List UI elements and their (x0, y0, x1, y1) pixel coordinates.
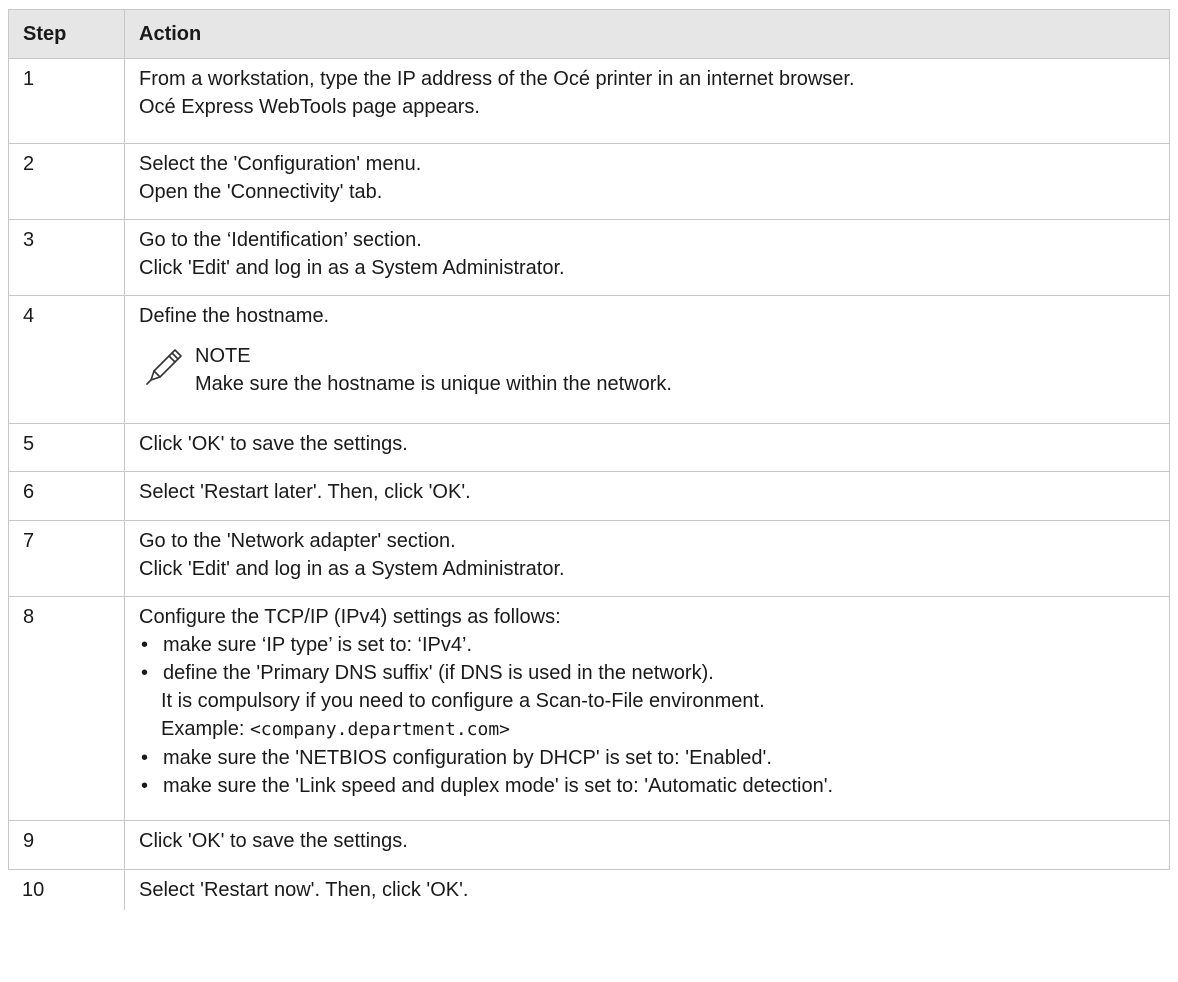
action-text: Select the 'Configuration' menu. (139, 153, 422, 175)
step-number: 8 (8, 597, 125, 820)
action-cell: Select 'Restart now'. Then, click 'OK'. (124, 870, 1170, 910)
step-number: 4 (8, 296, 125, 423)
step-number: 2 (8, 144, 125, 219)
action-text: Océ Express WebTools page appears. (139, 96, 480, 118)
list-item: • make sure ‘IP type’ is set to: ‘IPv4’. (139, 631, 1155, 659)
action-text: Define the hostname. (139, 305, 330, 327)
action-cell: Select 'Restart later'. Then, click 'OK'… (125, 472, 1170, 520)
step-number: 6 (8, 472, 125, 520)
bullet-marker: • (141, 634, 149, 656)
header-action: Action (125, 10, 1170, 58)
bullet-marker: • (141, 662, 149, 684)
table-row: 3 Go to the ‘Identification’ section. Cl… (8, 220, 1170, 296)
table-row: 7 Go to the 'Network adapter' section. C… (8, 521, 1170, 597)
step-number: 9 (8, 821, 125, 869)
steps-table: Step Action 1 From a workstation, type t… (8, 9, 1170, 910)
table-row: 2 Select the 'Configuration' menu. Open … (8, 144, 1170, 220)
table-row: 1 From a workstation, type the IP addres… (8, 59, 1170, 144)
note-box: NOTE Make sure the hostname is unique wi… (139, 342, 1155, 398)
action-cell: From a workstation, type the IP address … (125, 59, 1170, 143)
table-row: 8 Configure the TCP/IP (IPv4) settings a… (8, 597, 1170, 821)
action-text: From a workstation, type the IP address … (139, 68, 855, 90)
list-item: • define the 'Primary DNS suffix' (if DN… (139, 659, 1155, 687)
bullet-text: define the 'Primary DNS suffix' (if DNS … (163, 662, 714, 684)
action-text: Go to the ‘Identification’ section. (139, 229, 422, 251)
bullet-text: make sure the 'Link speed and duplex mod… (163, 775, 834, 797)
note-content: NOTE Make sure the hostname is unique wi… (195, 342, 672, 398)
bullet-text: make sure ‘IP type’ is set to: ‘IPv4’. (163, 634, 473, 656)
step-number: 10 (8, 870, 125, 910)
action-text: Configure the TCP/IP (IPv4) settings as … (139, 606, 561, 628)
action-cell: Configure the TCP/IP (IPv4) settings as … (125, 597, 1170, 820)
action-cell: Click 'OK' to save the settings. (125, 821, 1170, 869)
step-number: 5 (8, 424, 125, 471)
table-row: 4 Define the hostname. NOTE Make sure th… (8, 296, 1170, 424)
action-text: Click 'OK' to save the settings. (139, 830, 408, 852)
action-cell: Define the hostname. NOTE Make sure the … (125, 296, 1170, 423)
step-number: 7 (8, 521, 125, 596)
action-text: Select 'Restart later'. Then, click 'OK'… (139, 481, 471, 503)
table-row: 5 Click 'OK' to save the settings. (8, 424, 1170, 472)
step-number: 3 (8, 220, 125, 295)
action-text: Click 'Edit' and log in as a System Admi… (139, 257, 565, 279)
pencil-icon (146, 349, 182, 385)
table-row: 10 Select 'Restart now'. Then, click 'OK… (8, 870, 1170, 910)
action-text: Click 'Edit' and log in as a System Admi… (139, 558, 565, 580)
list-item: • make sure the 'Link speed and duplex m… (139, 772, 1155, 800)
note-title: NOTE (195, 345, 251, 367)
action-text: Select 'Restart now'. Then, click 'OK'. (139, 879, 469, 901)
action-text: Open the 'Connectivity' tab. (139, 181, 383, 203)
action-cell: Click 'OK' to save the settings. (125, 424, 1170, 471)
bullet-marker: • (141, 775, 149, 797)
list-item: • make sure the 'NETBIOS configuration b… (139, 744, 1155, 772)
action-text: Go to the 'Network adapter' section. (139, 530, 456, 552)
note-text: Make sure the hostname is unique within … (195, 373, 672, 395)
bullet-text: make sure the 'NETBIOS configuration by … (163, 747, 772, 769)
step-number: 1 (8, 59, 125, 143)
action-cell: Go to the ‘Identification’ section. Clic… (125, 220, 1170, 295)
table-row: 9 Click 'OK' to save the settings. (8, 821, 1170, 870)
example-line: Example: <company.department.com> (139, 715, 1155, 744)
header-step: Step (8, 10, 125, 58)
action-cell: Select the 'Configuration' menu. Open th… (125, 144, 1170, 219)
action-cell: Go to the 'Network adapter' section. Cli… (125, 521, 1170, 596)
action-text: Click 'OK' to save the settings. (139, 433, 408, 455)
example-code: <company.department.com> (249, 719, 511, 740)
bullet-marker: • (141, 747, 149, 769)
bullet-continuation: It is compulsory if you need to configur… (161, 690, 765, 712)
table-row: 6 Select 'Restart later'. Then, click 'O… (8, 472, 1170, 521)
example-label: Example: (161, 718, 250, 740)
table-header-row: Step Action (8, 9, 1170, 59)
